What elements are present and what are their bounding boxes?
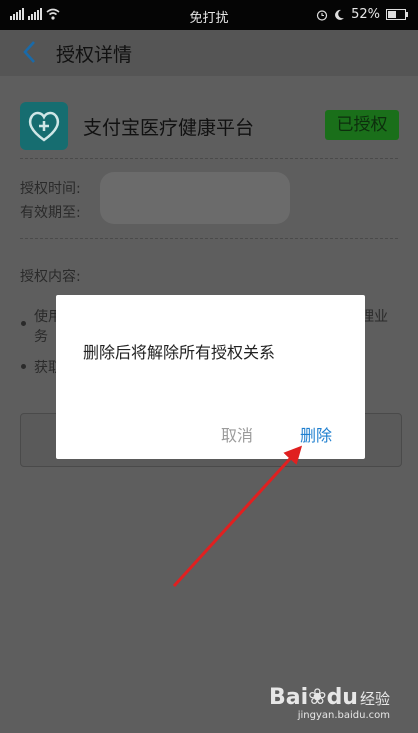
confirm-dialog: 删除后将解除所有授权关系 取消 删除 (56, 295, 365, 459)
authorized-badge: 已授权 (325, 110, 399, 140)
page-title: 授权详情 (56, 44, 133, 66)
auth-item-1-wrap: 务 (34, 329, 48, 345)
status-right-icons: 52% (316, 7, 408, 22)
baidu-logo: Bai❀du (268, 685, 358, 710)
cancel-button[interactable]: 取消 (221, 422, 253, 446)
moon-icon (335, 9, 345, 20)
bullet-icon (21, 321, 26, 326)
bullet-icon (21, 364, 26, 369)
auth-time-label: 授权时间: (20, 181, 81, 197)
chevron-left-icon (23, 41, 35, 63)
battery-percent: 52% (351, 7, 380, 22)
battery-icon (386, 9, 408, 20)
status-bar: 免打扰 52% (0, 0, 418, 30)
valid-until-label: 有效期至: (20, 205, 81, 221)
delete-button[interactable]: 删除 (300, 422, 332, 446)
app-name: 支付宝医疗健康平台 (83, 117, 255, 139)
battery-level (388, 11, 397, 18)
divider (20, 238, 398, 239)
blurred-dates (100, 172, 290, 224)
jingyan-label: 经验 (359, 690, 390, 708)
alarm-icon (316, 9, 328, 21)
baidu-watermark: Bai❀du 经验 jingyan.baidu.com (269, 685, 390, 721)
dialog-message: 删除后将解除所有授权关系 (83, 343, 276, 362)
medical-heart-icon (28, 111, 60, 142)
auth-content-label: 授权内容: (20, 269, 81, 285)
back-button[interactable] (22, 40, 36, 69)
app-logo (20, 102, 68, 150)
watermark-url: jingyan.baidu.com (297, 710, 390, 721)
nav-bar: 授权详情 (0, 30, 418, 76)
divider (20, 158, 398, 159)
